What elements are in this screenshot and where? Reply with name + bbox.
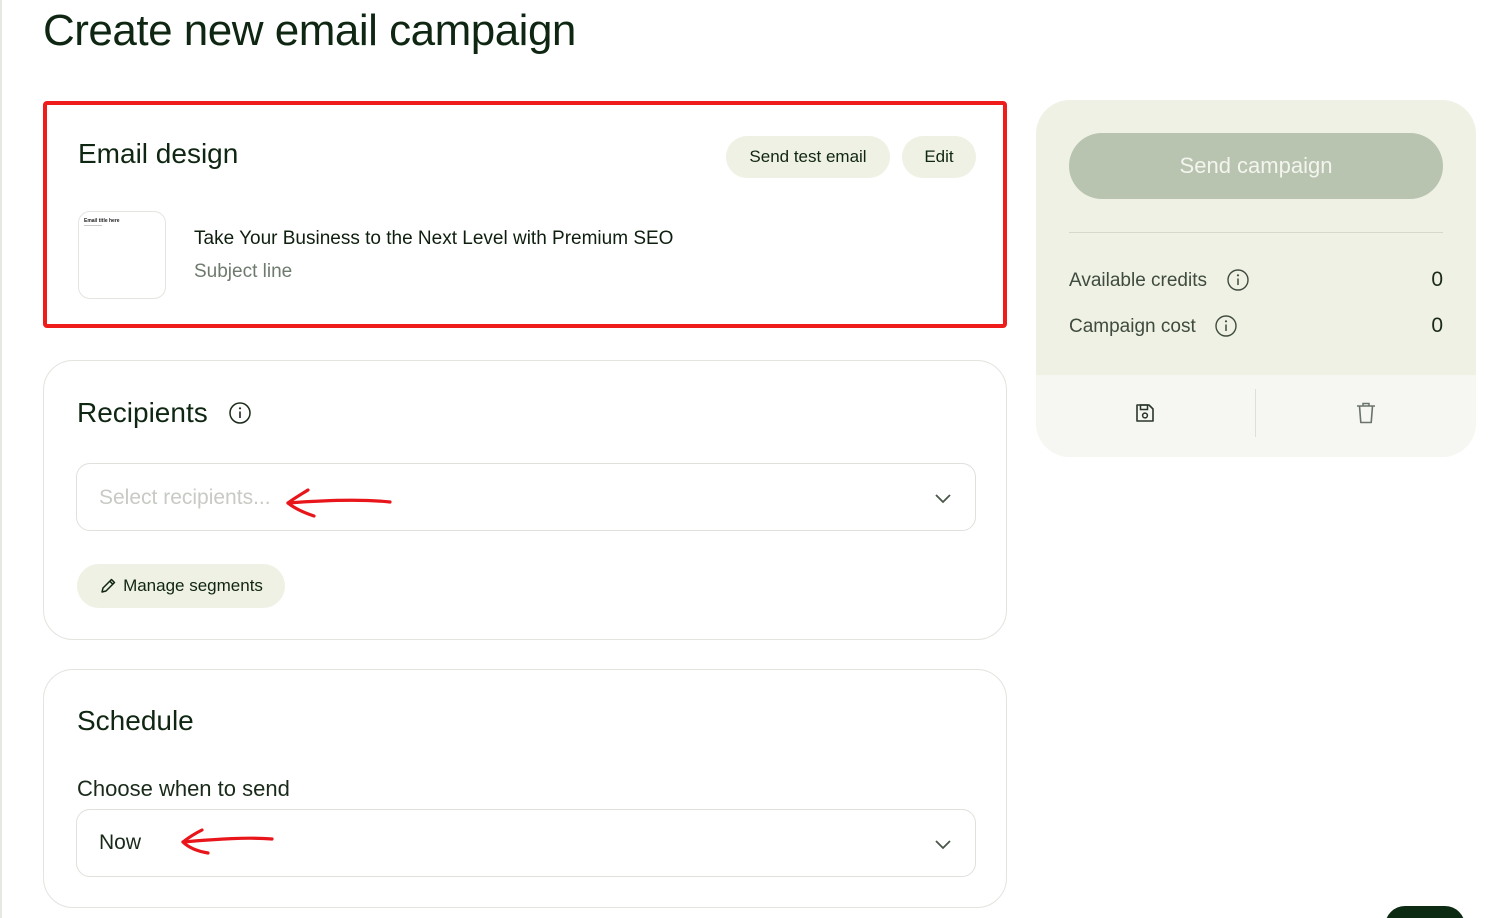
- recipients-select[interactable]: Select recipients...: [76, 463, 976, 531]
- save-icon: [1134, 402, 1156, 424]
- subject-line-label: Subject line: [194, 261, 293, 282]
- schedule-card: Schedule Choose when to send Now: [43, 669, 1007, 908]
- chevron-down-icon: [933, 488, 953, 508]
- available-credits-value: 0: [1431, 268, 1443, 291]
- recipients-title: Recipients: [77, 397, 208, 428]
- manage-segments-button[interactable]: Manage segments: [77, 564, 285, 608]
- chat-widget-button[interactable]: [1385, 906, 1465, 918]
- annotation-arrow: [286, 488, 392, 518]
- choose-when-label: Choose when to send: [77, 776, 290, 801]
- available-credits-row: Available credits 0: [1069, 266, 1443, 296]
- schedule-title: Schedule: [77, 705, 194, 736]
- trash-icon: [1355, 401, 1377, 425]
- campaign-cost-value: 0: [1431, 314, 1443, 337]
- annotation-arrow: [181, 828, 274, 855]
- send-campaign-button[interactable]: Send campaign: [1069, 133, 1443, 199]
- available-credits-label: Available credits: [1069, 270, 1208, 291]
- delete-campaign-button[interactable]: [1346, 393, 1386, 433]
- page-title: Create new email campaign: [43, 6, 576, 55]
- recipients-card: Recipients Select recipients... Manage s…: [43, 360, 1007, 640]
- footer-separator: [1255, 389, 1256, 437]
- email-subject: Take Your Business to the Next Level wit…: [194, 228, 674, 249]
- schedule-selected-value: Now: [99, 831, 142, 854]
- thumbnail-line: [84, 225, 102, 226]
- save-draft-button[interactable]: [1125, 393, 1165, 433]
- recipients-placeholder: Select recipients...: [99, 486, 271, 509]
- email-design-card: Email design Send test email Edit Email …: [43, 101, 1007, 328]
- info-icon[interactable]: [228, 401, 252, 425]
- send-test-email-button[interactable]: Send test email: [726, 136, 890, 178]
- info-icon[interactable]: [1214, 314, 1238, 338]
- manage-segments-label: Manage segments: [123, 576, 263, 595]
- email-design-title: Email design: [78, 138, 239, 169]
- campaign-cost-row: Campaign cost 0: [1069, 312, 1443, 342]
- edit-email-button[interactable]: Edit: [902, 136, 976, 178]
- pencil-icon: [99, 577, 117, 595]
- panel-divider: [1069, 232, 1443, 233]
- campaign-cost-label: Campaign cost: [1069, 316, 1196, 337]
- campaign-side-panel: Send campaign Available credits 0 Campai…: [1036, 100, 1476, 457]
- panel-footer: [1036, 375, 1476, 457]
- email-preview-thumbnail[interactable]: Email title here: [78, 211, 166, 299]
- window-left-edge: [0, 0, 2, 918]
- chevron-down-icon: [933, 834, 953, 854]
- thumbnail-heading: Email title here: [84, 218, 120, 224]
- info-icon[interactable]: [1226, 268, 1250, 292]
